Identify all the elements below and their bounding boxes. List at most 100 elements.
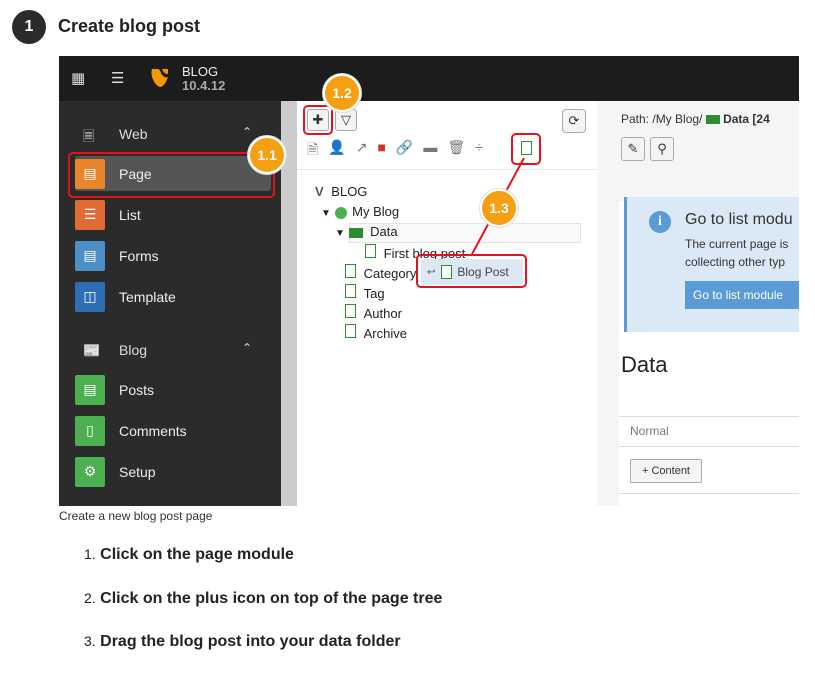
divider: [619, 416, 799, 417]
archive-page-icon: [345, 324, 356, 338]
instruction-number: 3.: [84, 633, 96, 649]
sidebar-item-forms[interactable]: ▤ Forms: [75, 238, 271, 273]
instruction-text: Click on the plus icon on top of the pag…: [100, 590, 443, 607]
typo3-logo-icon: [151, 69, 168, 87]
image-caption: Create a new blog post page: [59, 509, 213, 523]
divider: [619, 446, 799, 447]
folder-icon: [705, 115, 720, 125]
author-page-icon: [345, 304, 356, 318]
tree-item-author[interactable]: Author: [345, 304, 402, 321]
instruction-2: 2. Click on the plus icon on top of the …: [84, 590, 442, 608]
blog-group-label[interactable]: Blog: [119, 342, 147, 358]
path-label: Path: /My Blog/: [621, 112, 703, 126]
link-icon[interactable]: 🔗: [396, 139, 413, 159]
info-box: i Go to list modu The current page is co…: [624, 197, 799, 332]
globe-icon: [334, 206, 347, 219]
filter-icon[interactable]: ▽: [335, 109, 357, 131]
typo3-icon: V: [315, 184, 324, 199]
tree-item-site[interactable]: ▼ My Blog: [321, 204, 399, 219]
shortcut-page-icon[interactable]: ■: [377, 139, 385, 159]
expand-icon[interactable]: ▼: [321, 208, 331, 219]
page-heading: Data: [621, 352, 668, 377]
refresh-icon[interactable]: ⟳: [562, 109, 586, 133]
tree-folder-row: ▼ Data: [335, 224, 398, 239]
instruction-text: Click on the page module: [100, 546, 294, 563]
tree-item-tag[interactable]: Tag: [345, 284, 385, 301]
content-panel: Path: /My Blog/ Data [24 ✎ ⚲ i Go to lis…: [597, 101, 799, 506]
path-current: Data [24: [723, 112, 770, 126]
folder-icon[interactable]: ▬: [423, 139, 437, 159]
tree-root-label: BLOG: [331, 184, 368, 199]
blog-group-icon: 📰: [83, 342, 101, 358]
tree-root[interactable]: V BLOG: [315, 184, 367, 199]
tree-item-archive[interactable]: Archive: [345, 324, 407, 341]
collapse-icon[interactable]: ⌃: [242, 341, 252, 355]
info-line2: collecting other typ: [685, 255, 786, 269]
instruction-3: 3. Drag the blog post into your data fol…: [84, 633, 401, 651]
grid-icon[interactable]: ▦: [71, 69, 85, 87]
tree-page-label: Tag: [363, 286, 385, 301]
drag-highlight: [416, 254, 527, 288]
sidebar-item-label: Forms: [119, 247, 159, 264]
instruction-number: 1.: [84, 546, 96, 562]
sidebar-item-list[interactable]: ☰ List: [75, 197, 271, 232]
sidebar-item-template[interactable]: ◫ Template: [75, 279, 271, 314]
sidebar-item-label: List: [119, 206, 141, 223]
step-title: Create blog post: [58, 16, 201, 36]
search-icon[interactable]: ⚲: [650, 137, 674, 161]
tree-page-label: Category: [363, 266, 417, 281]
tree-item-category[interactable]: Category: [345, 264, 416, 281]
blog-post-icon: [365, 244, 376, 258]
forms-module-icon: ▤: [75, 240, 105, 271]
column-label: Normal: [630, 424, 669, 438]
external-link-page-icon[interactable]: ↗: [356, 139, 368, 159]
page-icon[interactable]: 🗎: [307, 139, 318, 159]
sidebar-item-setup[interactable]: ⚙ Setup: [75, 454, 271, 489]
divider: [297, 169, 597, 170]
folder-icon: [348, 227, 363, 238]
posts-module-icon: ▤: [75, 374, 105, 405]
sidebar-item-label: Setup: [119, 463, 156, 480]
brand-name: BLOG: [182, 64, 219, 79]
sidebar-item-posts[interactable]: ▤ Posts: [75, 372, 271, 407]
page-tree-panel: ✚ ▽ ⟳ 🗎 👤 ↗ ■ 🔗 ▬ 🗑 ÷ V BLOG ▼ My Blog ▼: [297, 101, 597, 506]
breadcrumb: Path: /My Blog/ Data [24: [621, 112, 770, 126]
screenshot: ▦ ☰ BLOG 10.4.12 🗏 Web ⌃ ▤ Page ☰ List ▤…: [59, 56, 799, 506]
tag-page-icon: [345, 284, 356, 298]
new-page-highlight: [303, 105, 333, 135]
sidebar-item-label: Posts: [119, 381, 155, 398]
sidebar-item-label: Template: [119, 288, 176, 305]
comments-module-icon: ▯: [75, 415, 105, 446]
backend-user-page-icon[interactable]: 👤: [328, 139, 345, 159]
instruction-number: 2.: [84, 590, 96, 606]
tree-page-label: Archive: [363, 326, 407, 341]
info-line1: The current page is: [685, 237, 789, 251]
callout-1-2: 1.2: [323, 74, 361, 112]
expand-icon[interactable]: ▼: [335, 228, 345, 239]
tree-folder-label: Data: [370, 224, 398, 239]
web-group-icon: 🗏: [83, 128, 95, 144]
category-page-icon: [345, 264, 356, 278]
info-icon: i: [649, 211, 671, 233]
setup-module-icon: ⚙: [75, 456, 105, 487]
web-group-label[interactable]: Web: [119, 126, 148, 142]
callout-1-3: 1.3: [480, 189, 518, 227]
divider: [619, 493, 799, 494]
collapse-icon[interactable]: ⌃: [242, 125, 252, 139]
brand: BLOG 10.4.12: [182, 65, 225, 93]
add-content-button[interactable]: + Content: [630, 459, 702, 483]
version-label: 10.4.12: [182, 78, 226, 93]
info-title: Go to list modu: [685, 211, 793, 228]
page-module-highlight: [68, 152, 275, 198]
tree-site-label: My Blog: [352, 204, 400, 219]
callout-1-1: 1.1: [248, 136, 286, 174]
recycler-icon[interactable]: 🗑: [447, 139, 465, 159]
go-to-list-button[interactable]: Go to list module: [685, 281, 799, 309]
list-menu-icon[interactable]: ☰: [111, 69, 124, 87]
list-module-icon: ☰: [75, 199, 105, 230]
instruction-text: Drag the blog post into your data folder: [100, 633, 401, 650]
sidebar-item-comments[interactable]: ▯ Comments: [75, 413, 271, 448]
top-bar: ▦ ☰ BLOG 10.4.12: [59, 56, 799, 101]
instruction-1: 1. Click on the page module: [84, 546, 294, 564]
edit-page-icon[interactable]: ✎: [621, 137, 645, 161]
